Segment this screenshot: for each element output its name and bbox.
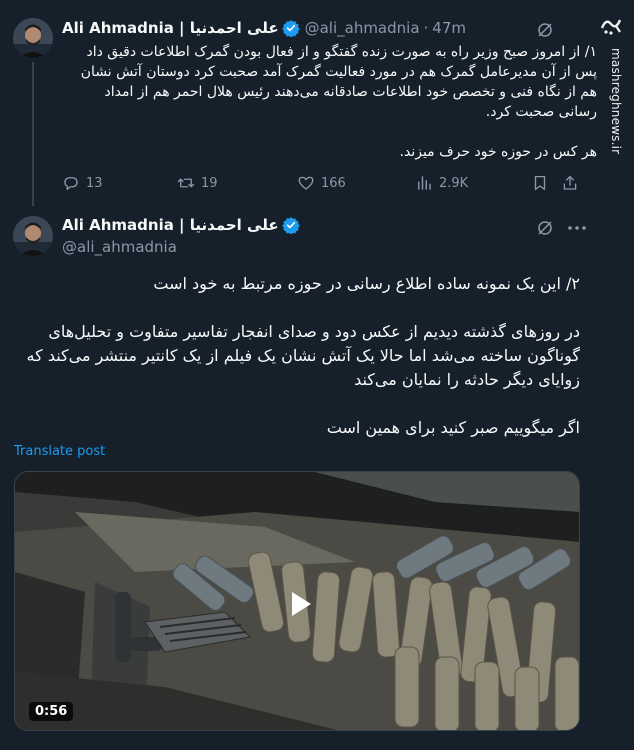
tweet-1-actions: 13 19 166 2.9K: [62, 174, 582, 196]
more-options-icon[interactable]: [566, 218, 588, 238]
verified-badge-icon: [281, 20, 300, 37]
repost-button[interactable]: 19: [177, 174, 218, 192]
text-line: گوناگون ساخته می‌شد اما حالا یک آتش نشان…: [26, 346, 580, 365]
verified-badge-icon: [281, 217, 300, 234]
share-icon: [563, 175, 577, 190]
grok-icon[interactable]: [536, 21, 554, 39]
text-line: در روزهای گذشته دیدیم از عکس دود و صدای …: [48, 322, 580, 341]
author-handle[interactable]: @ali_ahmadnia: [305, 19, 420, 37]
tweet-2-text: ۲/ این یک نمونه ساده اطلاع رسانی در حوزه…: [12, 272, 580, 440]
video-duration: 0:56: [29, 702, 74, 721]
tweet-1[interactable]: Ali Ahmadnia | علی احمدنیا @ali_ahmadnia…: [0, 0, 600, 206]
like-button[interactable]: 166: [297, 174, 346, 192]
analytics-icon: [418, 176, 431, 190]
tweet-1-text: ۱/ از امروز صبح وزیر راه به صورت زنده گف…: [62, 42, 597, 162]
author-handle[interactable]: @ali_ahmadnia: [62, 238, 177, 256]
view-count: 2.9K: [439, 175, 469, 191]
author-name[interactable]: Ali Ahmadnia | علی احمدنیا: [62, 216, 279, 234]
grok-icon[interactable]: [536, 219, 554, 237]
mashregh-logo-icon: [600, 19, 622, 35]
text-line: ۱/ از امروز صبح وزیر راه به صورت زنده گف…: [86, 44, 597, 60]
text-line: هم از نگاه فنی و تخصص خود اطلاعات صادقان…: [104, 84, 597, 100]
text-paragraph: اگر میگوییم صبر کنید برای همین است: [326, 418, 580, 437]
timestamp[interactable]: 47m: [432, 19, 466, 37]
page: mashreghnews.ir Ali Ahmadnia | علی احمدن…: [0, 0, 634, 750]
avatar[interactable]: [13, 216, 53, 256]
watermark-text: mashreghnews.ir: [609, 48, 623, 155]
reply-count: 13: [86, 175, 103, 191]
repost-icon: [177, 178, 195, 188]
share-button[interactable]: [561, 174, 579, 192]
text-line: رسانی صحبت کرد.: [485, 104, 597, 120]
like-count: 166: [321, 175, 346, 191]
views-button[interactable]: 2.9K: [415, 174, 468, 192]
text-line: پس از آن مدیرعامل گمرک هم در مورد فعالیت…: [80, 64, 597, 80]
play-icon[interactable]: [280, 585, 318, 623]
tweet-2-header: Ali Ahmadnia | علی احمدنیا: [62, 216, 300, 234]
thread-line: [32, 62, 34, 206]
author-name[interactable]: Ali Ahmadnia | علی احمدنیا: [62, 19, 279, 37]
avatar[interactable]: [13, 18, 53, 58]
bookmark-button[interactable]: [531, 174, 549, 192]
bookmark-icon: [534, 175, 546, 191]
heart-icon: [298, 176, 314, 190]
reply-button[interactable]: 13: [62, 174, 103, 192]
text-paragraph: در روزهای گذشته دیدیم از عکس دود و صدای …: [12, 320, 580, 392]
watermark: mashreghnews.ir: [598, 8, 628, 154]
text-line: زوایای دیگر حادثه را نمایان می‌کند: [354, 370, 580, 389]
repost-count: 19: [201, 175, 218, 191]
video-player[interactable]: 0:56: [14, 471, 580, 731]
tweet-1-header: Ali Ahmadnia | علی احمدنیا @ali_ahmadnia…: [62, 19, 466, 37]
translate-post-link[interactable]: Translate post: [14, 444, 105, 459]
reply-icon: [64, 177, 78, 191]
text-line: هر کس در حوزه خود حرف میزند.: [399, 144, 597, 160]
text-paragraph: ۲/ این یک نمونه ساده اطلاع رسانی در حوزه…: [153, 274, 580, 293]
separator-dot: ·: [423, 19, 429, 37]
